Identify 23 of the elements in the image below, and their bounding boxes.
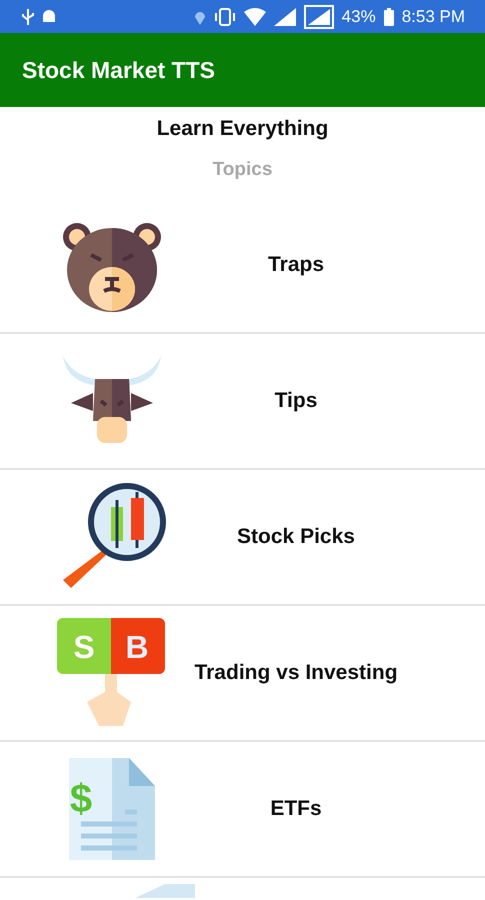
signal-icon [274,8,296,26]
app-title: Stock Market TTS [22,56,215,84]
vibrate-icon [214,8,236,26]
wifi-icon [244,8,266,26]
dollar-sign: $ [70,777,92,821]
topic-label[interactable]: Stock Picks [237,525,355,549]
sell-buy-buttons-icon [57,618,165,726]
topic-label[interactable]: ETFs [270,797,322,821]
section-subtitle: Topics [212,159,272,181]
battery-icon [384,8,394,26]
signal-icon [304,4,334,28]
section-title: Learn Everything [156,117,328,141]
icon-letter: B [125,629,149,665]
document-icon [135,884,195,898]
clock-time: 8:53 PM [402,6,465,26]
topic-label[interactable]: Traps [268,253,324,277]
icon-letter: S [73,629,95,665]
document-icon [69,758,155,860]
battery-level: 43% [342,6,376,26]
topic-label[interactable]: Tips [274,389,318,413]
android-icon [42,10,56,24]
topic-label[interactable]: Trading vs Investing [194,661,398,685]
usb-icon [22,8,34,24]
